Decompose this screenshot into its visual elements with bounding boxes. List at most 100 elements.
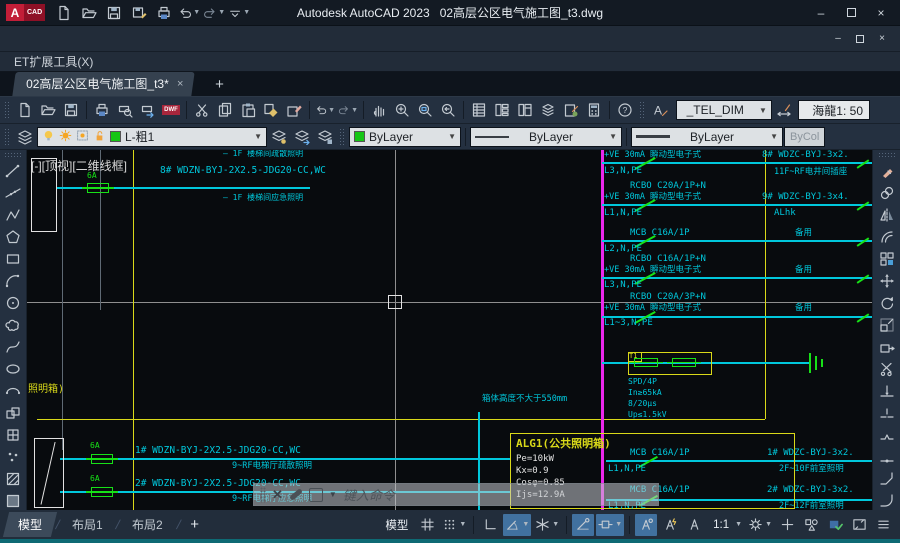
publish[interactable] [137, 99, 159, 121]
redo[interactable]: ▼ [337, 99, 359, 121]
layer-match[interactable] [268, 126, 290, 148]
plot-style-button[interactable]: ByCol [784, 127, 825, 147]
qat-new[interactable] [53, 3, 75, 23]
layout-tab-布局1[interactable]: 布局1 [57, 512, 118, 537]
document-tab-close-icon[interactable]: × [177, 78, 183, 90]
plot[interactable] [91, 99, 113, 121]
color-combo[interactable]: ByLayer ▼ [349, 127, 461, 147]
autocad-app-icon[interactable]: ACAD [6, 4, 45, 21]
modify-mirror[interactable] [875, 204, 899, 226]
layer-states-manager[interactable] [314, 126, 336, 148]
designcenter[interactable] [491, 99, 513, 121]
text-style[interactable]: A [649, 99, 671, 121]
undo[interactable]: ▼ [314, 99, 336, 121]
command-line-customize-wrench-icon[interactable] [289, 488, 303, 501]
properties-palette[interactable] [468, 99, 490, 121]
new-file[interactable] [14, 99, 36, 121]
draw-revision-cloud[interactable] [1, 314, 25, 336]
draw-arc[interactable] [1, 270, 25, 292]
annotation-monitor[interactable] [776, 514, 798, 536]
modify-stretch[interactable] [875, 336, 899, 358]
viewport-controls-label[interactable]: [-][顶视][二维线框] [31, 160, 127, 173]
dim-style-combo[interactable]: _TEL_DIM▼ [676, 100, 772, 120]
modify-chamfer[interactable] [875, 468, 899, 490]
layer-vp-freeze-icon[interactable] [76, 129, 89, 145]
draw-line[interactable] [1, 160, 25, 182]
isolate-objects[interactable] [800, 514, 822, 536]
draw-polyline[interactable] [1, 204, 25, 226]
modify-fillet[interactable] [875, 490, 899, 512]
layer-combo[interactable]: L-粗1 ▼ [37, 127, 267, 147]
dimension-style-button[interactable] [773, 99, 795, 121]
clean-screen[interactable] [848, 514, 870, 536]
layer-unlock-icon[interactable] [93, 129, 106, 145]
sheet-set-manager[interactable] [537, 99, 559, 121]
draw-gradient[interactable] [1, 490, 25, 512]
annotation-visibility[interactable] [635, 514, 657, 536]
qat-save[interactable] [103, 3, 125, 23]
zoom-window[interactable] [414, 99, 436, 121]
save-file[interactable] [60, 99, 82, 121]
polar-tracking[interactable]: ▼ [503, 514, 531, 536]
doc-minimize-button[interactable]: – [828, 31, 848, 47]
annotation-scale-icon[interactable] [683, 514, 705, 536]
scale-list-field[interactable]: 海龍1: 50 [798, 100, 870, 120]
copy-clip[interactable] [214, 99, 236, 121]
paste-clip[interactable] [237, 99, 259, 121]
layout-tab-布局2[interactable]: 布局2 [117, 512, 178, 537]
layer-properties-button[interactable] [14, 126, 36, 148]
modify-break-at-point[interactable] [875, 402, 899, 424]
modify-offset[interactable] [875, 226, 899, 248]
annotation-scale-value[interactable]: 1:1▼ [707, 514, 744, 536]
draw-spline[interactable] [1, 336, 25, 358]
ortho-mode[interactable] [479, 514, 501, 536]
layer-previous[interactable] [291, 126, 313, 148]
drawing-canvas[interactable]: 8# WDZN-BYJ-2X2.5-JDG20-CC,WC— 1F 楼梯间疏散照… [27, 150, 872, 510]
new-layout-button[interactable]: + [180, 516, 209, 533]
command-line-close-icon[interactable]: ✕ [272, 487, 283, 503]
layer-thaw-sun-icon[interactable] [59, 129, 72, 145]
modify-copy[interactable] [875, 182, 899, 204]
zoom-previous[interactable] [437, 99, 459, 121]
doc-restore-button[interactable] [850, 31, 870, 47]
modify-join[interactable] [875, 446, 899, 468]
cut-clip[interactable] [191, 99, 213, 121]
qat-save-as[interactable] [128, 3, 150, 23]
insert-block[interactable] [1, 402, 25, 424]
plot-preview[interactable] [114, 99, 136, 121]
annotation-autoscale[interactable] [659, 514, 681, 536]
command-input[interactable]: 键入命令 [343, 485, 395, 504]
qat-undo[interactable]: ▼ [178, 3, 200, 23]
close-button[interactable]: × [868, 4, 894, 22]
qat-open[interactable] [78, 3, 100, 23]
draw-ellipse-arc[interactable] [1, 380, 25, 402]
tool-palettes[interactable] [514, 99, 536, 121]
export-dwf[interactable]: DWF [160, 99, 182, 121]
zoom-realtime[interactable] [391, 99, 413, 121]
draw-ellipse[interactable] [1, 358, 25, 380]
recent-commands-caret[interactable]: ▼ [329, 490, 337, 499]
isometric-drafting[interactable]: ▼ [533, 514, 561, 536]
lineweight-combo[interactable]: ByLayer ▼ [631, 127, 783, 147]
modify-break[interactable] [875, 424, 899, 446]
layout-tab-模型[interactable]: 模型 [3, 512, 57, 537]
linetype-combo[interactable]: ByLayer ▼ [470, 127, 622, 147]
modify-extend[interactable] [875, 380, 899, 402]
open-file[interactable] [37, 99, 59, 121]
modify-erase[interactable] [875, 160, 899, 182]
object-snap[interactable]: ▼ [596, 514, 624, 536]
layer-on-bulb-icon[interactable] [42, 129, 55, 145]
customization-menu[interactable] [872, 514, 894, 536]
command-line[interactable]: ✕ ▼ 键入命令 [253, 483, 659, 506]
snap-mode[interactable]: ▼ [440, 514, 468, 536]
modify-rotate[interactable] [875, 292, 899, 314]
object-snap-tracking[interactable] [572, 514, 594, 536]
qat-redo[interactable]: ▼ [203, 3, 225, 23]
workspace-switching[interactable]: ▼ [746, 514, 774, 536]
pan-realtime[interactable] [368, 99, 390, 121]
draw-hatch[interactable] [1, 468, 25, 490]
qat-plot[interactable] [153, 3, 175, 23]
create-block[interactable] [1, 424, 25, 446]
draw-rectangle[interactable] [1, 248, 25, 270]
menu-et-tools[interactable]: ET扩展工具(X) [14, 53, 93, 70]
